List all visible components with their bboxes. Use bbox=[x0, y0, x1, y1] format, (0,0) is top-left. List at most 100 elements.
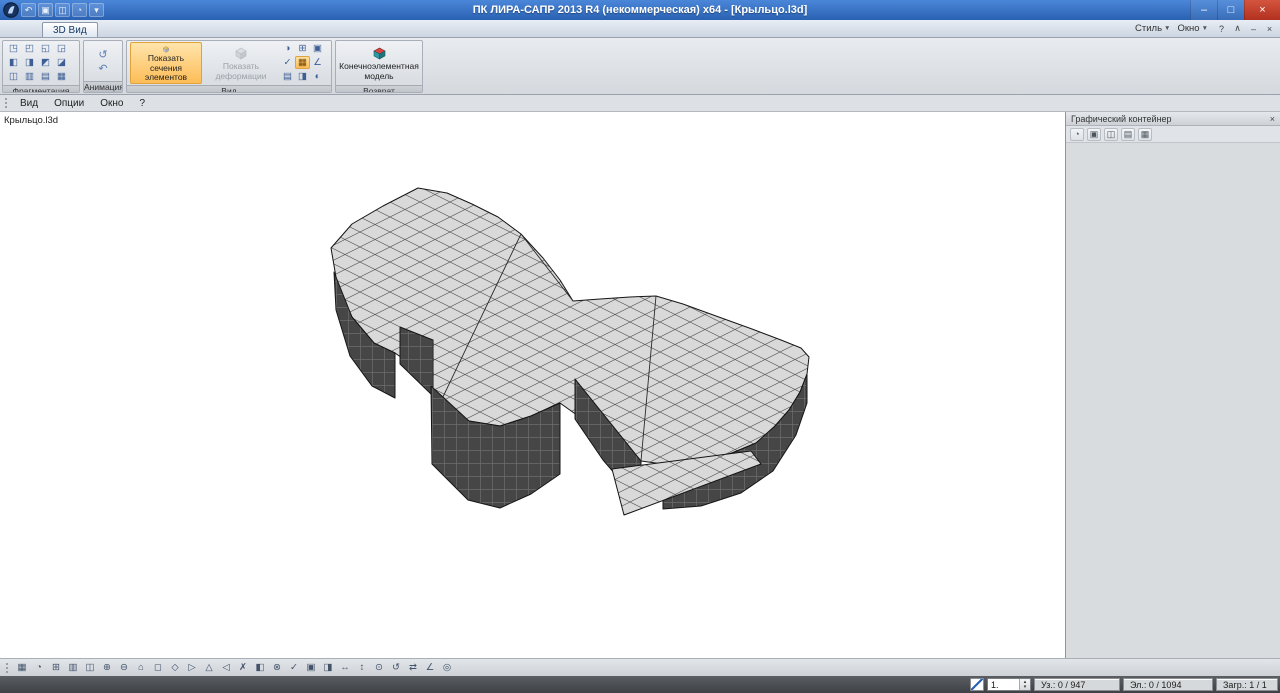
container-tool-icon[interactable]: ▦ bbox=[1138, 127, 1152, 141]
menu-item[interactable]: Вид bbox=[12, 98, 46, 109]
bottom-tool-icon[interactable]: ◁ bbox=[218, 661, 234, 675]
minimize-button[interactable]: – bbox=[1190, 0, 1217, 20]
view-tool-icon[interactable]: ▣ bbox=[310, 42, 325, 55]
edit-icon[interactable] bbox=[970, 678, 984, 691]
fragmentation-tool-icon[interactable]: ◱ bbox=[38, 42, 53, 55]
fragmentation-tool-icon[interactable]: ▤ bbox=[38, 70, 53, 83]
menu-item[interactable]: ? bbox=[131, 98, 153, 109]
fragmentation-tool-icon[interactable]: ◲ bbox=[54, 42, 69, 55]
bottom-tool-icon[interactable]: ⊗ bbox=[269, 661, 285, 675]
return-body: Конечноэлементная модель bbox=[336, 41, 422, 85]
bottom-tool-icon[interactable]: ⊞ bbox=[48, 661, 64, 675]
qat-icon[interactable]: ◔ bbox=[72, 3, 87, 17]
bottom-tool-icon[interactable]: ◎ bbox=[439, 661, 455, 675]
model-canvas[interactable]: Крыльцо.l3d bbox=[0, 112, 1066, 658]
bottom-tool-icon[interactable]: ↕ bbox=[354, 661, 370, 675]
bottom-tool-icon[interactable]: ⇄ bbox=[405, 661, 421, 675]
tabrow-icon[interactable]: ? bbox=[1215, 22, 1228, 35]
fragmentation-tool-icon[interactable]: ▥ bbox=[22, 70, 37, 83]
animation-tool-icon[interactable]: ↶ bbox=[96, 62, 111, 75]
container-tool-icon[interactable]: ◫ bbox=[1104, 127, 1118, 141]
bottom-tool-icon[interactable]: ↺ bbox=[388, 661, 404, 675]
bottom-tool-icon[interactable]: ◧ bbox=[252, 661, 268, 675]
qat-icon[interactable]: ▣ bbox=[38, 3, 53, 17]
fragmentation-tool-icon[interactable]: ◧ bbox=[6, 56, 21, 69]
bottom-tool-icon[interactable]: ◇ bbox=[167, 661, 183, 675]
bottom-tool-icon[interactable]: ∠ bbox=[422, 661, 438, 675]
app-logo-icon[interactable] bbox=[3, 2, 19, 18]
show-sections-button[interactable]: Показать сечения элементов bbox=[130, 42, 202, 84]
load-case-selector[interactable]: 1. ▴ ▾ bbox=[987, 678, 1031, 691]
bottom-tool-icon[interactable]: ⊙ bbox=[371, 661, 387, 675]
show-deformations-button[interactable]: Показать деформации bbox=[205, 42, 277, 84]
bottom-tool-icon[interactable]: ✓ bbox=[286, 661, 302, 675]
graphic-container-title: Графический контейнер bbox=[1071, 113, 1172, 124]
container-tool-icon[interactable]: ▣ bbox=[1087, 127, 1101, 141]
window-menu-label: Окно bbox=[1177, 23, 1200, 34]
bottom-tool-icon[interactable]: ▣ bbox=[303, 661, 319, 675]
close-button[interactable]: × bbox=[1244, 0, 1280, 20]
panel-close-icon[interactable]: × bbox=[1270, 114, 1275, 124]
view-tool-icon[interactable]: ◑ bbox=[280, 42, 295, 55]
spinner-control[interactable]: ▴ ▾ bbox=[1019, 679, 1030, 690]
toolbar-grip[interactable] bbox=[5, 98, 7, 108]
window-buttons: – □ × bbox=[1190, 0, 1280, 20]
bottom-tool-icon[interactable]: ⌂ bbox=[133, 661, 149, 675]
view-tool-icon[interactable]: ◨ bbox=[295, 70, 310, 83]
bottom-tool-icon[interactable]: ▦ bbox=[14, 661, 30, 675]
bottom-tool-icon[interactable]: ▥ bbox=[65, 661, 81, 675]
menu-item[interactable]: Опции bbox=[46, 98, 92, 109]
ribbon-tab-row: 3D Вид Стиль ▼ Окно ▼ ? ∧ – × bbox=[0, 20, 1280, 38]
bottom-tool-icon[interactable]: ◨ bbox=[320, 661, 336, 675]
spin-down-icon[interactable]: ▾ bbox=[1024, 684, 1027, 690]
window-menu[interactable]: Окно ▼ bbox=[1177, 23, 1208, 34]
fragmentation-icon-grid: ◳ ◰ ◱ ◲ ◧ ◨ ◩ ◪ ◫ ▥ ▤ ▦ bbox=[6, 42, 70, 84]
bottom-tool-icon[interactable]: ⊖ bbox=[116, 661, 132, 675]
fragmentation-tool-icon[interactable]: ◳ bbox=[6, 42, 21, 55]
animation-tool-icon[interactable]: ↺ bbox=[96, 48, 111, 61]
bottom-tool-icon[interactable]: ✗ bbox=[235, 661, 251, 675]
chevron-down-icon: ▼ bbox=[1201, 25, 1208, 32]
fragmentation-tool-icon[interactable]: ◰ bbox=[22, 42, 37, 55]
toolbar-grip[interactable] bbox=[6, 662, 8, 673]
view-tool-icon[interactable]: ✓ bbox=[280, 56, 295, 69]
fe-model-view[interactable] bbox=[0, 112, 1066, 658]
group-label-fragmentation: Фрагментация bbox=[3, 85, 79, 92]
fe-model-button[interactable]: Конечноэлементная модель bbox=[339, 42, 419, 84]
view-tool-icon[interactable]: ∠ bbox=[310, 56, 325, 69]
fragmentation-tool-icon[interactable]: ◪ bbox=[54, 56, 69, 69]
titlebar: ↶ ▣ ◫ ◔ ▾ ПК ЛИРА-САПР 2013 R4 (некоммерческ… bbox=[0, 0, 1280, 20]
menu-item[interactable]: Окно bbox=[92, 98, 131, 109]
bottom-tool-icon[interactable]: ◫ bbox=[82, 661, 98, 675]
fragmentation-tool-icon[interactable]: ◨ bbox=[22, 56, 37, 69]
tabrow-icon[interactable]: × bbox=[1263, 22, 1276, 35]
restore-button[interactable]: □ bbox=[1217, 0, 1244, 20]
qat-icon[interactable]: ◫ bbox=[55, 3, 70, 17]
container-tool-icon[interactable]: ◔ bbox=[1070, 127, 1084, 141]
qat-icon[interactable]: ↶ bbox=[21, 3, 36, 17]
view-tool-icon[interactable]: ⊞ bbox=[295, 42, 310, 55]
bottom-tool-icon[interactable]: ◻ bbox=[150, 661, 166, 675]
bottom-tool-icon[interactable]: ⊕ bbox=[99, 661, 115, 675]
graphic-container-panel: Графический контейнер × ◔ ▣ ◫ ▤ ▦ bbox=[1066, 112, 1280, 658]
bottom-tool-icon[interactable]: △ bbox=[201, 661, 217, 675]
tabrow-icon[interactable]: ∧ bbox=[1231, 22, 1244, 35]
fragmentation-tool-icon[interactable]: ◩ bbox=[38, 56, 53, 69]
fragmentation-tool-icon[interactable]: ▦ bbox=[54, 70, 69, 83]
bottom-tool-icon[interactable]: ↔ bbox=[337, 661, 353, 675]
bottom-tool-icon[interactable]: ◔ bbox=[31, 661, 47, 675]
bottom-tool-icon[interactable]: ▷ bbox=[184, 661, 200, 675]
view-tool-icon[interactable]: ◐ bbox=[310, 70, 325, 83]
tab-3d-view[interactable]: 3D Вид bbox=[42, 22, 98, 37]
qat-icon[interactable]: ▾ bbox=[89, 3, 104, 17]
container-tool-icon[interactable]: ▤ bbox=[1121, 127, 1135, 141]
ribbon-group-animation: ↺ ↶ Анимация bbox=[83, 40, 123, 93]
style-menu[interactable]: Стиль ▼ bbox=[1135, 23, 1170, 34]
animation-icon-column: ↺ ↶ bbox=[96, 48, 111, 75]
view-tool-icon[interactable]: ▤ bbox=[280, 70, 295, 83]
view-tool-icon[interactable]: ▦ bbox=[295, 56, 310, 69]
fragmentation-tool-icon[interactable]: ◫ bbox=[6, 70, 21, 83]
document-label: Крыльцо.l3d bbox=[4, 115, 59, 126]
app-window: ↶ ▣ ◫ ◔ ▾ ПК ЛИРА-САПР 2013 R4 (некоммерческ… bbox=[0, 0, 1280, 693]
tabrow-icon[interactable]: – bbox=[1247, 22, 1260, 35]
